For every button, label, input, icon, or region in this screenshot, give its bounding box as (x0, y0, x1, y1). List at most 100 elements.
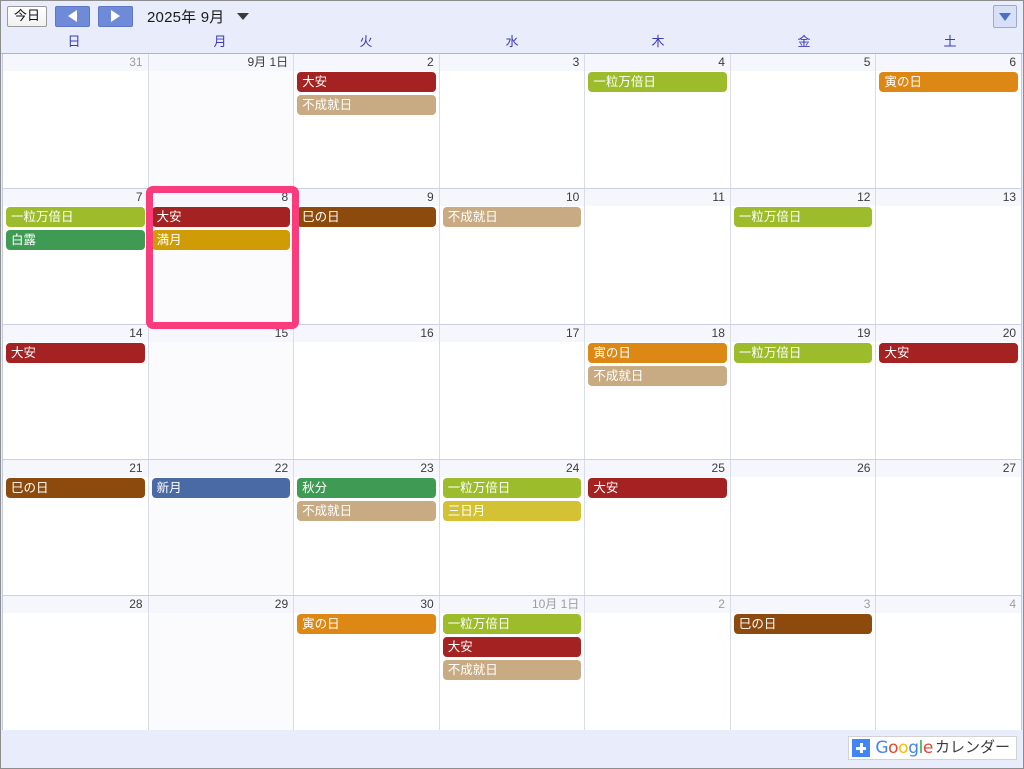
day-cell[interactable]: 7 一粒万倍日 白露 (3, 189, 149, 324)
day-events: 秋分 不成就日 (294, 477, 439, 594)
event-chip[interactable]: 白露 (6, 230, 145, 251)
weekday-header-5: 金 (797, 34, 811, 49)
day-cell[interactable]: 25 大安 (585, 460, 731, 595)
day-cell[interactable]: 20 大安 (876, 324, 1022, 460)
day-cell[interactable]: 3 巳の日 (730, 595, 877, 731)
previous-month-button[interactable] (55, 5, 91, 27)
day-cell[interactable]: 10月 1日 一粒万倍日 大安 不成就日 (439, 595, 586, 731)
weekday-header-2: 火 (359, 34, 373, 49)
day-cell[interactable]: 9月 1日 (148, 54, 295, 189)
next-month-button[interactable] (98, 5, 134, 27)
event-chip[interactable]: 大安 (442, 636, 582, 657)
day-events (585, 206, 730, 323)
event-chip[interactable]: 一粒万倍日 (588, 72, 727, 92)
day-number: 6 (876, 54, 1022, 71)
day-cell[interactable]: 15 (148, 324, 295, 460)
event-chip[interactable]: 大安 (297, 72, 436, 92)
calendar-toolbar: 今日 2025年 9月 (1, 1, 1023, 31)
event-chip[interactable]: 寅の日 (297, 613, 436, 634)
event-chip[interactable]: 一粒万倍日 (442, 613, 582, 634)
day-cell[interactable]: 26 (730, 460, 877, 595)
day-events: 大安 (585, 477, 730, 594)
event-chip[interactable]: 満月 (151, 230, 291, 251)
day-number: 5 (730, 54, 876, 71)
day-cell[interactable]: 13 (876, 189, 1022, 324)
day-number: 31 (3, 54, 148, 71)
day-cell[interactable]: 22 新月 (148, 460, 295, 595)
day-number: 29 (148, 595, 294, 613)
day-cell[interactable]: 19 一粒万倍日 (730, 324, 877, 460)
day-cell[interactable]: 28 (3, 595, 149, 731)
view-options-button[interactable] (993, 5, 1017, 28)
day-cell[interactable]: 12 一粒万倍日 (730, 189, 877, 324)
day-cell[interactable]: 2 (585, 595, 731, 731)
day-number: 27 (876, 460, 1022, 478)
chevron-down-icon[interactable] (236, 12, 249, 20)
event-chip[interactable]: 不成就日 (588, 365, 727, 386)
day-number: 18 (585, 324, 730, 342)
day-events (440, 342, 585, 459)
day-cell[interactable]: 6 寅の日 (876, 54, 1022, 189)
arrow-right-icon (111, 10, 121, 22)
day-number: 9月 1日 (148, 54, 294, 71)
event-chip[interactable]: 巳の日 (6, 478, 145, 499)
day-number: 7 (3, 189, 148, 207)
day-cell[interactable]: 9 巳の日 (294, 189, 440, 324)
event-chip[interactable]: 一粒万倍日 (442, 478, 582, 499)
day-cell[interactable]: 5 (730, 54, 877, 189)
day-cell[interactable]: 14 大安 (3, 324, 149, 460)
day-cell[interactable]: 18 寅の日 不成就日 (585, 324, 731, 460)
event-chip[interactable]: 巳の日 (297, 207, 436, 228)
day-events: 一粒万倍日 三日月 (440, 477, 585, 594)
day-cell[interactable]: 4 (876, 595, 1022, 731)
day-cell[interactable]: 4 一粒万倍日 (585, 54, 731, 189)
day-cell[interactable]: 10 不成就日 (439, 189, 586, 324)
event-chip[interactable]: 不成就日 (442, 207, 582, 228)
day-cell[interactable]: 2 大安 不成就日 (294, 54, 440, 189)
day-events: 一粒万倍日 大安 不成就日 (440, 613, 585, 730)
event-chip[interactable]: 秋分 (297, 478, 436, 499)
weekday-header-row: 日月火水木金土 (1, 31, 1023, 54)
day-number: 16 (294, 324, 439, 342)
day-number: 4 (876, 595, 1022, 613)
google-calendar-embed: 今日 2025年 9月 日月火水木金土 31 9月 1日 2 大安 不成就日 3 4 一粒万倍… (0, 0, 1024, 769)
day-cell[interactable]: 21 巳の日 (3, 460, 149, 595)
google-calendar-logo-button[interactable]: Google カレンダー (848, 736, 1017, 760)
event-chip[interactable]: 大安 (879, 342, 1019, 363)
day-cell[interactable]: 11 (585, 189, 731, 324)
event-chip[interactable]: 大安 (151, 207, 291, 228)
event-chip[interactable]: 不成就日 (442, 659, 582, 680)
day-cell[interactable]: 8 大安 満月 (148, 189, 295, 324)
day-cell[interactable]: 30 寅の日 (294, 595, 440, 731)
event-chip[interactable]: 三日月 (442, 501, 582, 522)
day-events: 大安 不成就日 (294, 71, 439, 188)
event-chip[interactable]: 大安 (6, 342, 145, 363)
event-chip[interactable]: 巳の日 (733, 613, 873, 634)
event-chip[interactable]: 寅の日 (879, 72, 1019, 92)
event-chip[interactable]: 大安 (588, 478, 727, 499)
event-chip[interactable]: 一粒万倍日 (6, 207, 145, 228)
day-cell[interactable]: 16 (294, 324, 440, 460)
day-cell[interactable]: 29 (148, 595, 295, 731)
day-cell[interactable]: 24 一粒万倍日 三日月 (439, 460, 586, 595)
event-chip[interactable]: 不成就日 (297, 501, 436, 522)
day-events: 寅の日 不成就日 (585, 342, 730, 459)
event-chip[interactable]: 不成就日 (297, 95, 436, 115)
day-cell[interactable]: 27 (876, 460, 1022, 595)
day-events: 巳の日 (294, 206, 439, 323)
event-chip[interactable]: 一粒万倍日 (733, 207, 873, 228)
day-cell[interactable]: 3 (439, 54, 586, 189)
today-button[interactable]: 今日 (7, 5, 48, 27)
day-cell[interactable]: 31 (3, 54, 149, 189)
day-number: 10月 1日 (439, 595, 585, 613)
event-chip[interactable]: 寅の日 (588, 342, 727, 363)
day-number: 8 (148, 189, 294, 207)
event-chip[interactable]: 新月 (151, 478, 291, 499)
event-chip[interactable]: 一粒万倍日 (733, 342, 873, 363)
day-cell[interactable]: 23 秋分 不成就日 (294, 460, 440, 595)
weekday-header-6: 土 (943, 34, 957, 49)
day-cell[interactable]: 17 (439, 324, 586, 460)
day-events: 大安 (3, 342, 148, 459)
week-row: 28 29 30 寅の日 10月 1日 一粒万倍日 大安 不成就日 2 3 巳の日 4 (3, 595, 1022, 731)
day-number: 24 (439, 460, 585, 478)
